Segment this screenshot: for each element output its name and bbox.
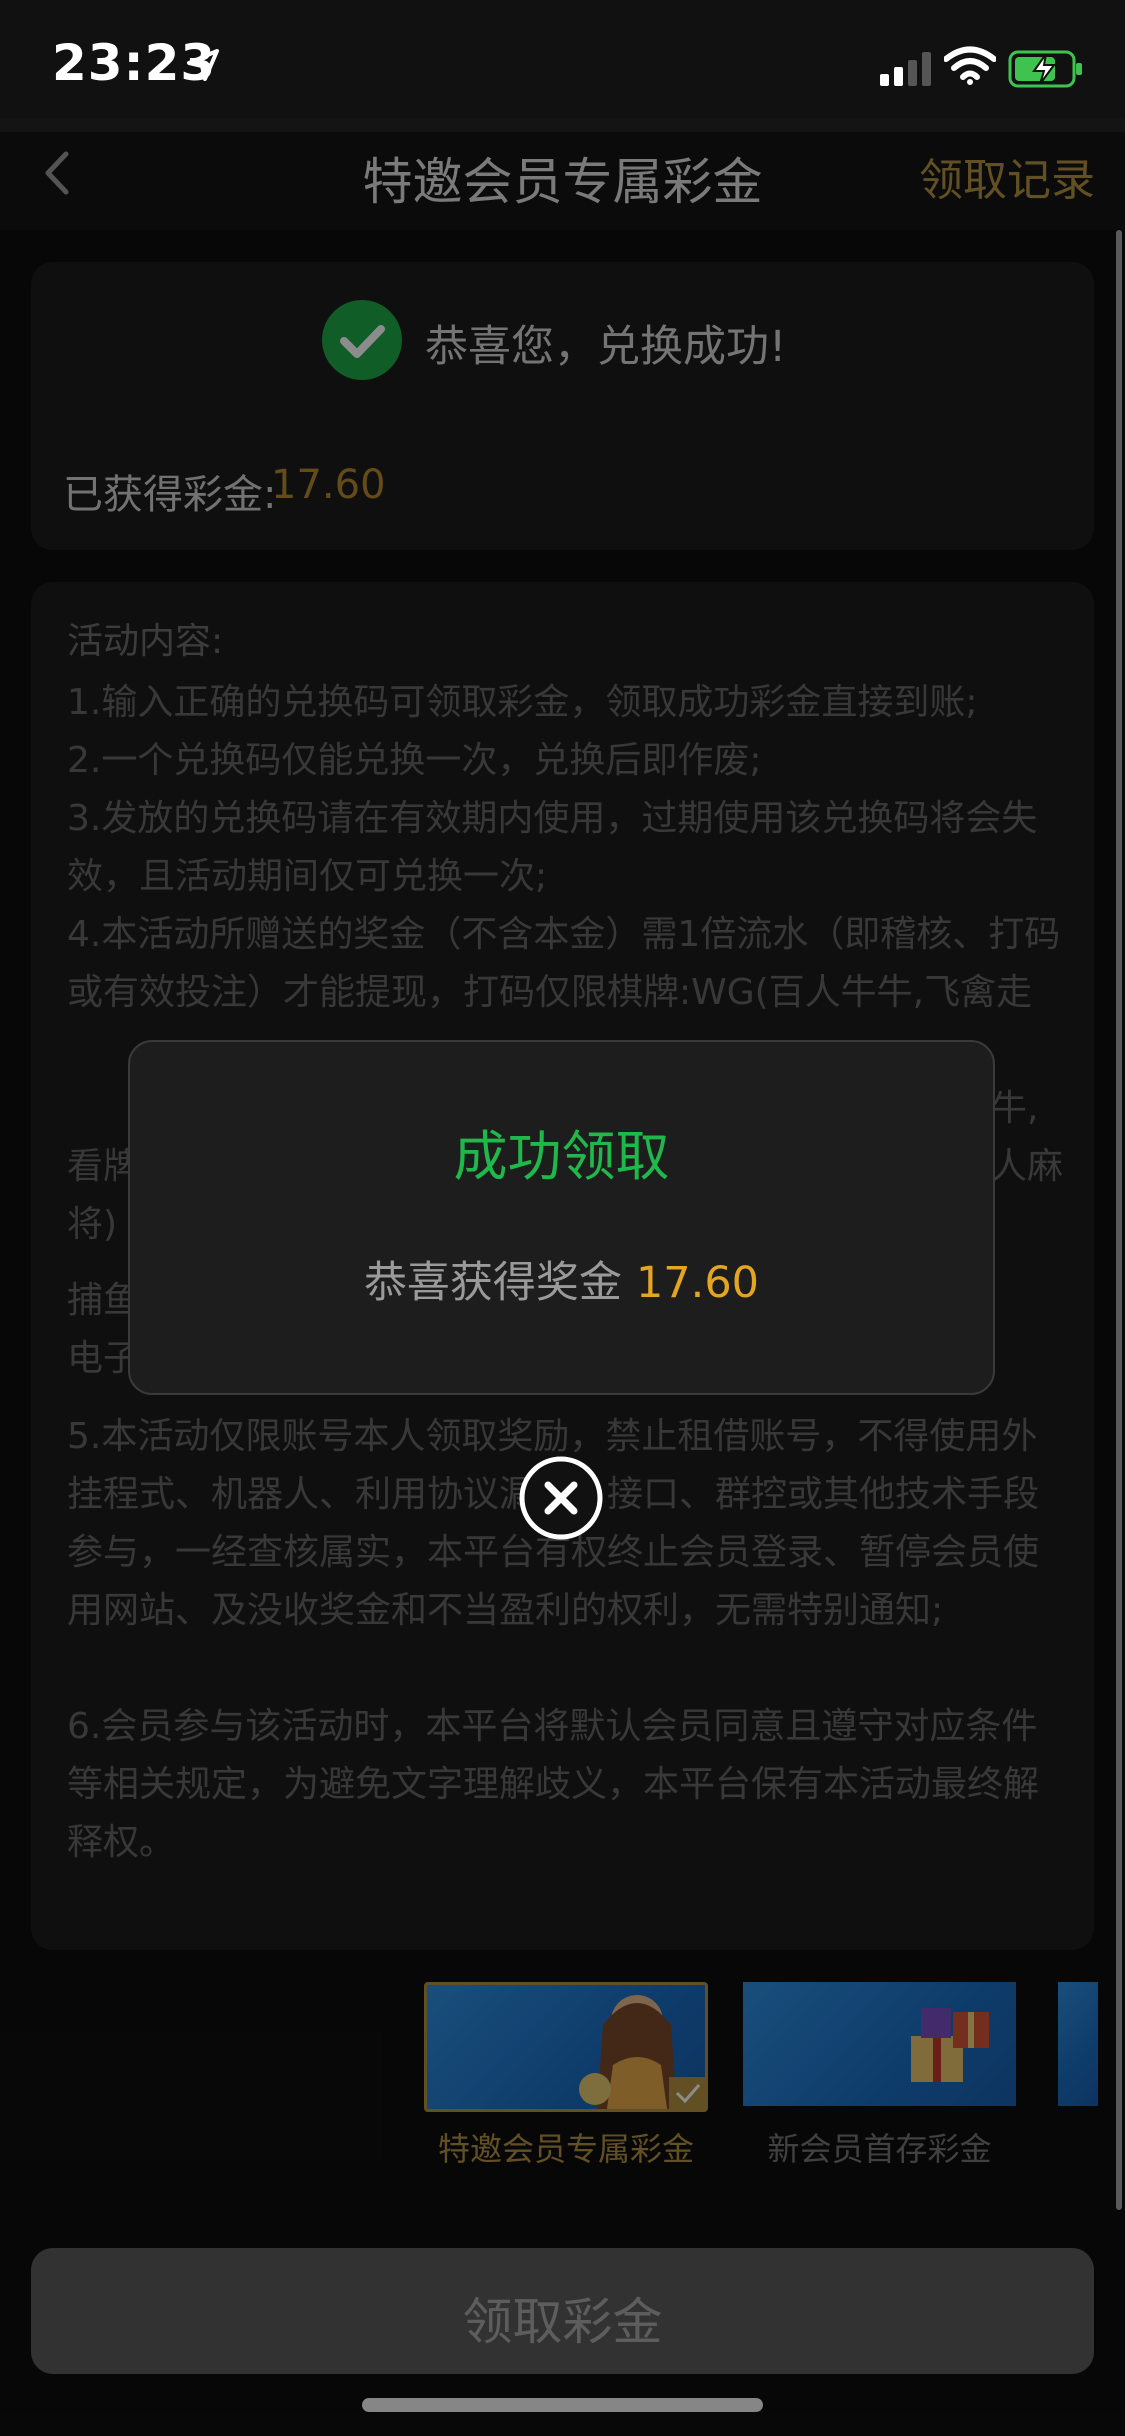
- screen: 23:23 特邀会员专属彩金 领取记录 恭喜您，兑换成功! 已获得彩金: 17.…: [0, 0, 1125, 2436]
- wifi-icon: [944, 46, 996, 85]
- status-bar: 23:23: [0, 0, 1125, 132]
- location-arrow-icon: [187, 49, 219, 81]
- modal-title: 成功领取: [453, 1125, 670, 1188]
- success-modal: 成功领取 恭喜获得奖金 17.60: [128, 1040, 995, 1395]
- modal-amount: 17.60: [635, 1258, 760, 1308]
- scrollbar[interactable]: [1116, 230, 1122, 2210]
- battery-charging-icon: [1008, 50, 1082, 88]
- modal-body: 恭喜获得奖金 17.60: [130, 1248, 993, 1310]
- close-icon[interactable]: [518, 1455, 604, 1541]
- signal-icon: [880, 52, 931, 86]
- modal-body-label: 恭喜获得奖金: [363, 1258, 622, 1308]
